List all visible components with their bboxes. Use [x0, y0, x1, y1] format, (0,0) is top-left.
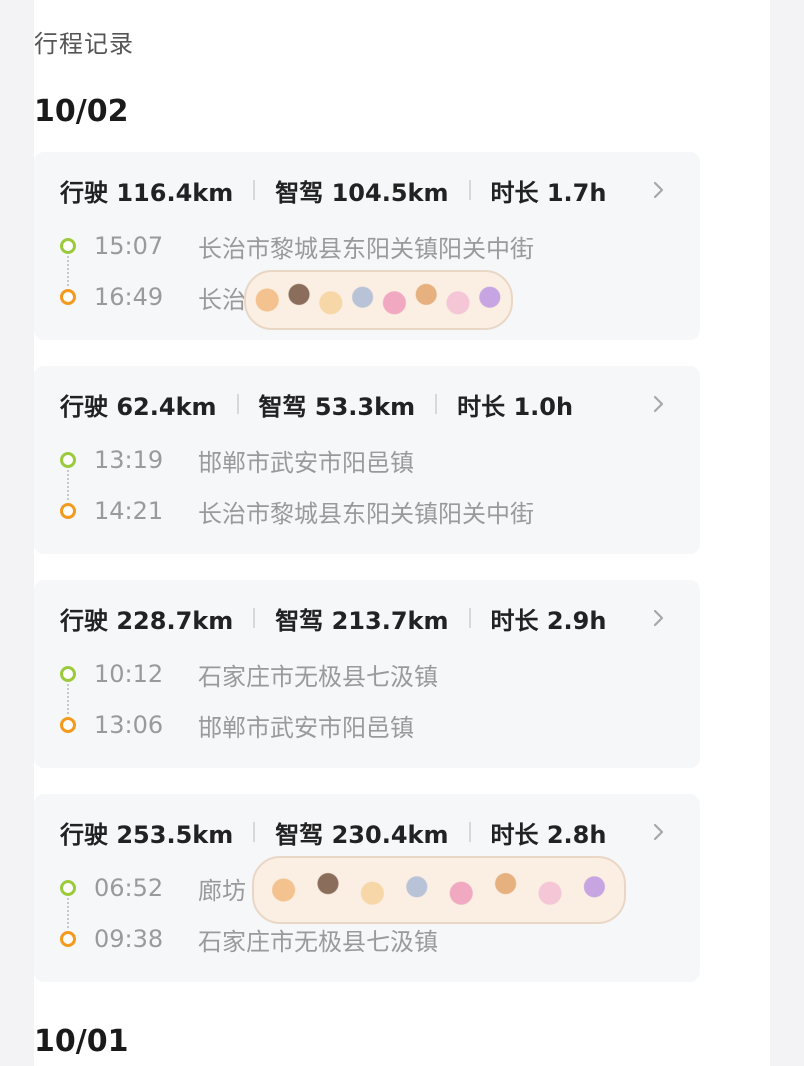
trip-start-row: 10:12 石家庄市无极县七汲镇 — [60, 657, 438, 691]
trip-card[interactable]: 行驶 62.4km 智驾 53.3km 时长 1.0h 13:19 邯郸市武安市… — [34, 366, 700, 554]
page-title: 行程记录 — [34, 30, 134, 58]
chevron-right-icon[interactable] — [646, 392, 670, 416]
trip-stats: 行驶 253.5km 智驾 230.4km 时长 2.8h — [60, 814, 606, 850]
start-dot-icon — [60, 880, 76, 896]
date-header: 10/02 — [34, 94, 129, 129]
trip-end-row: 13:06 邯郸市武安市阳邑镇 — [60, 708, 414, 742]
trip-duration: 时长 2.9h — [490, 606, 607, 635]
end-address: 长治市黎城县东阳关镇阳关中街 — [198, 499, 534, 528]
divider — [468, 180, 471, 200]
start-time: 06:52 — [94, 874, 164, 902]
start-address: 石家庄市无极县七汲镇 — [198, 662, 438, 691]
divider — [253, 608, 256, 628]
start-address: 邯郸市武安市阳邑镇 — [198, 448, 414, 477]
sticker-overlay — [252, 856, 626, 924]
chevron-right-icon[interactable] — [646, 606, 670, 630]
date-header: 10/01 — [34, 1024, 129, 1059]
start-address: 长治市黎城县东阳关镇阳关中街 — [198, 234, 534, 263]
trip-start-row: 15:07 长治市黎城县东阳关镇阳关中街 — [60, 229, 534, 263]
drive-distance: 行驶 228.7km — [60, 606, 234, 635]
end-address: 石家庄市无极县七汲镇 — [198, 927, 438, 956]
end-dot-icon — [60, 717, 76, 733]
divider — [468, 822, 471, 842]
trip-end-row: 16:49 长治市 — [60, 280, 270, 314]
end-dot-icon — [60, 503, 76, 519]
start-dot-icon — [60, 238, 76, 254]
end-dot-icon — [60, 289, 76, 305]
start-dot-icon — [60, 666, 76, 682]
drive-distance: 行驶 62.4km — [60, 392, 217, 421]
drive-distance: 行驶 253.5km — [60, 820, 234, 849]
smart-drive-distance: 智驾 230.4km — [275, 820, 449, 849]
start-time: 15:07 — [94, 232, 164, 260]
trip-stats: 行驶 228.7km 智驾 213.7km 时长 2.9h — [60, 600, 606, 636]
start-time: 13:19 — [94, 446, 164, 474]
trip-duration: 时长 1.0h — [457, 392, 574, 421]
divider — [253, 822, 256, 842]
divider — [236, 394, 239, 414]
divider — [435, 394, 438, 414]
trip-end-row: 09:38 石家庄市无极县七汲镇 — [60, 922, 438, 956]
chevron-right-icon[interactable] — [646, 820, 670, 844]
trip-card[interactable]: 行驶 253.5km 智驾 230.4km 时长 2.8h 06:52 廊坊 0… — [34, 794, 700, 982]
end-time: 16:49 — [94, 283, 164, 311]
chevron-right-icon[interactable] — [646, 178, 670, 202]
trip-stats: 行驶 116.4km 智驾 104.5km 时长 1.7h — [60, 172, 606, 208]
trip-stats: 行驶 62.4km 智驾 53.3km 时长 1.0h — [60, 386, 573, 422]
trip-duration: 时长 2.8h — [490, 820, 607, 849]
end-time: 13:06 — [94, 711, 164, 739]
sticker-overlay — [244, 270, 513, 330]
divider — [468, 608, 471, 628]
drive-distance: 行驶 116.4km — [60, 178, 234, 207]
smart-drive-distance: 智驾 213.7km — [275, 606, 449, 635]
smart-drive-distance: 智驾 104.5km — [275, 178, 449, 207]
start-address: 廊坊 — [198, 876, 246, 905]
end-address: 邯郸市武安市阳邑镇 — [198, 713, 414, 742]
end-dot-icon — [60, 931, 76, 947]
trip-card[interactable]: 行驶 228.7km 智驾 213.7km 时长 2.9h 10:12 石家庄市… — [34, 580, 700, 768]
trip-start-row: 13:19 邯郸市武安市阳邑镇 — [60, 443, 414, 477]
smart-drive-distance: 智驾 53.3km — [258, 392, 416, 421]
trip-card[interactable]: 行驶 116.4km 智驾 104.5km 时长 1.7h 15:07 长治市黎… — [34, 152, 700, 340]
divider — [253, 180, 256, 200]
end-time: 09:38 — [94, 925, 164, 953]
start-dot-icon — [60, 452, 76, 468]
trip-end-row: 14:21 长治市黎城县东阳关镇阳关中街 — [60, 494, 534, 528]
start-time: 10:12 — [94, 660, 164, 688]
end-time: 14:21 — [94, 497, 164, 525]
trip-start-row: 06:52 廊坊 — [60, 871, 246, 905]
trip-duration: 时长 1.7h — [490, 178, 607, 207]
